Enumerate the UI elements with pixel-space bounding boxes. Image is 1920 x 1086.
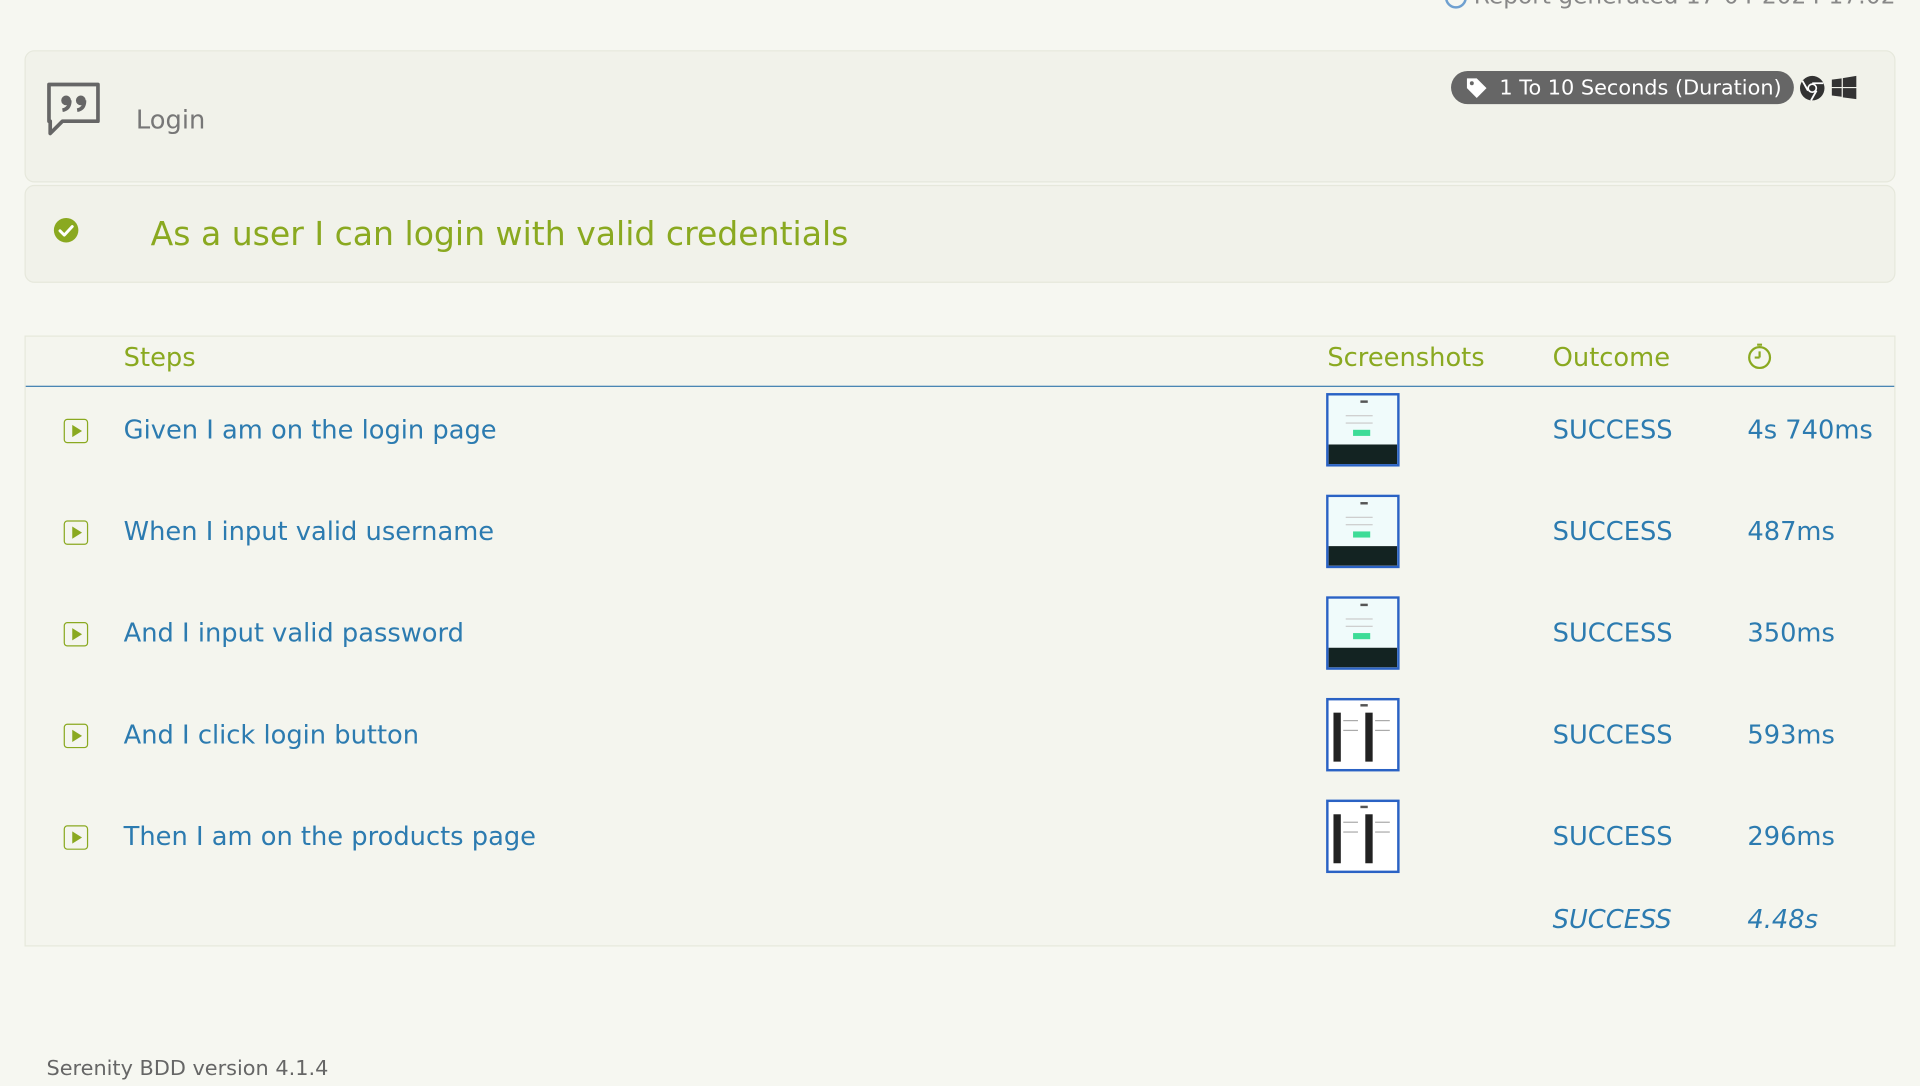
step-outcome: SUCCESS <box>1552 516 1673 547</box>
header-steps: Steps <box>123 342 196 373</box>
table-row: When I input valid username SUCCESS 487m… <box>26 489 1895 591</box>
duration-tag[interactable]: 1 To 10 Seconds (Duration) <box>1450 71 1794 105</box>
scenario-panel: As a user I can login with valid credent… <box>24 184 1896 283</box>
screenshot-thumbnail[interactable] <box>1326 393 1400 467</box>
table-row: And I click login button SUCCESS 593ms <box>26 692 1895 794</box>
table-row: Given I am on the login page SUCCESS 4s … <box>26 387 1895 489</box>
table-row: Then I am on the products page SUCCESS 2… <box>26 793 1895 895</box>
screenshot-thumbnail[interactable] <box>1326 494 1400 569</box>
step-outcome: SUCCESS <box>1552 618 1673 648</box>
tag-list: 1 To 10 Seconds (Duration) <box>1450 71 1858 105</box>
step-description[interactable]: Then I am on the products page <box>124 822 536 851</box>
step-description[interactable]: And I click login button <box>124 720 419 749</box>
total-outcome: SUCCESS <box>1552 904 1672 935</box>
step-outcome: SUCCESS <box>1552 415 1673 445</box>
expand-step-icon[interactable] <box>63 825 89 850</box>
step-description[interactable]: And I input valid password <box>124 618 464 647</box>
step-duration: 593ms <box>1747 720 1835 750</box>
step-duration: 487ms <box>1747 516 1835 547</box>
table-row: And I input valid password SUCCESS 350ms <box>26 590 1895 692</box>
version-footer: Serenity BDD version 4.1.4 <box>46 1056 329 1082</box>
check-circle-icon <box>53 217 80 249</box>
total-duration: 4.48s <box>1747 904 1819 935</box>
screenshot-thumbnail[interactable] <box>1326 799 1400 874</box>
step-duration: 296ms <box>1747 821 1835 852</box>
step-outcome: SUCCESS <box>1552 720 1673 750</box>
tag-icon <box>1466 77 1486 98</box>
clock-icon <box>1444 0 1467 8</box>
table-header: Steps Screenshots Outcome <box>25 337 1895 387</box>
quote-icon <box>45 81 101 142</box>
header-screenshots: Screenshots <box>1327 342 1485 373</box>
duration-tag-label: 1 To 10 Seconds (Duration) <box>1499 75 1782 100</box>
screenshot-thumbnail[interactable] <box>1326 596 1400 670</box>
header-outcome: Outcome <box>1552 342 1671 373</box>
feature-title: Login <box>135 105 206 135</box>
screenshot-thumbnail[interactable] <box>1326 697 1400 772</box>
step-duration: 4s 740ms <box>1747 415 1873 445</box>
scenario-title: As a user I can login with valid credent… <box>150 215 849 254</box>
steps-table: Steps Screenshots Outcome Given I am on … <box>24 335 1896 947</box>
report-generated: Report generated 17-04-2024 17:02 <box>1444 0 1896 10</box>
report-page: Report generated 17-04-2024 17:02 Login … <box>0 0 1920 1086</box>
feature-panel: Login 1 To 10 Seconds (Duration) <box>24 50 1896 183</box>
expand-step-icon[interactable] <box>63 418 89 444</box>
step-description[interactable]: When I input valid username <box>124 517 494 546</box>
expand-step-icon[interactable] <box>63 622 89 647</box>
step-duration: 350ms <box>1747 618 1835 648</box>
step-description[interactable]: Given I am on the login page <box>124 415 497 444</box>
stopwatch-icon <box>1747 343 1772 376</box>
expand-step-icon[interactable] <box>63 723 89 749</box>
expand-step-icon[interactable] <box>63 520 89 545</box>
chrome-icon <box>1799 74 1826 101</box>
step-outcome: SUCCESS <box>1552 821 1673 852</box>
windows-icon <box>1831 74 1858 101</box>
